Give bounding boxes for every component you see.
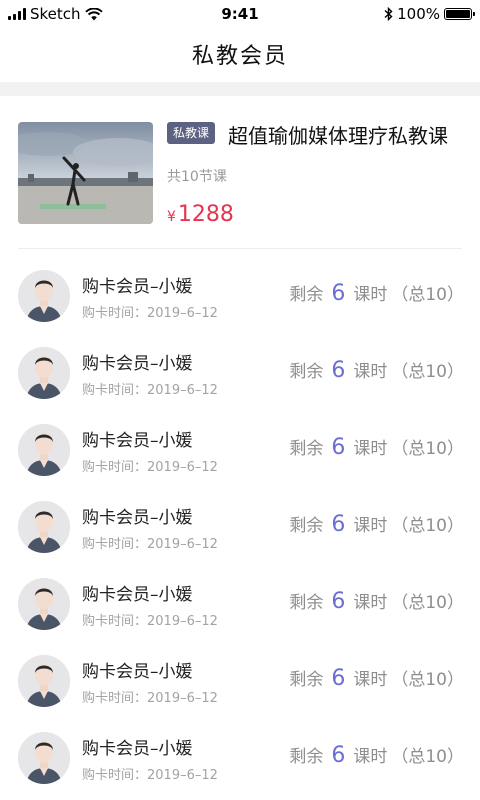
member-purchase-date: 购卡时间：2019–6–12 — [82, 383, 218, 398]
member-row[interactable]: 购卡会员–小媛 购卡时间：2019–6–12 剩余 6 课时 （总10） — [0, 335, 480, 412]
battery-icon — [444, 8, 475, 20]
course-title: 超值瑜伽媒体理疗私教课 — [228, 124, 448, 148]
remaining-unit: 课时 — [353, 747, 388, 767]
total-count: （总10） — [391, 593, 464, 613]
remaining-label: 剩余 — [289, 593, 324, 613]
member-list: 购卡会员–小媛 购卡时间：2019–6–12 剩余 6 课时 （总10） 购卡会… — [0, 258, 480, 797]
avatar — [18, 270, 70, 322]
remaining-unit: 课时 — [353, 593, 388, 613]
remaining-count: 6 — [331, 435, 346, 460]
remaining-unit: 课时 — [353, 362, 388, 382]
member-purchase-date: 购卡时间：2019–6–12 — [82, 614, 218, 629]
member-purchase-date: 购卡时间：2019–6–12 — [82, 537, 218, 552]
avatar — [18, 347, 70, 399]
member-row[interactable]: 购卡会员–小媛 购卡时间：2019–6–12 剩余 6 课时 （总10） — [0, 258, 480, 335]
member-row[interactable]: 购卡会员–小媛 购卡时间：2019–6–12 剩余 6 课时 （总10） — [0, 720, 480, 797]
total-count: （总10） — [391, 362, 464, 382]
remaining-unit: 课时 — [353, 439, 388, 459]
remaining-unit: 课时 — [353, 285, 388, 305]
currency-symbol: ¥ — [167, 209, 176, 225]
remaining-count: 6 — [331, 358, 346, 383]
remaining-label: 剩余 — [289, 516, 324, 536]
remaining-count: 6 — [331, 281, 346, 306]
member-name: 购卡会员–小媛 — [82, 585, 193, 605]
member-remaining: 剩余 6 课时 （总10） — [289, 357, 464, 383]
member-row[interactable]: 购卡会员–小媛 购卡时间：2019–6–12 剩余 6 课时 （总10） — [0, 566, 480, 643]
member-name: 购卡会员–小媛 — [82, 662, 193, 682]
section-divider — [0, 82, 480, 96]
total-count: （总10） — [391, 439, 464, 459]
member-name: 购卡会员–小媛 — [82, 354, 193, 374]
course-thumbnail — [18, 122, 153, 224]
member-remaining: 剩余 6 课时 （总10） — [289, 588, 464, 614]
member-purchase-date: 购卡时间：2019–6–12 — [82, 768, 218, 783]
total-count: （总10） — [391, 670, 464, 690]
member-remaining: 剩余 6 课时 （总10） — [289, 280, 464, 306]
page-title: 私教会员 — [191, 44, 288, 69]
member-purchase-date: 购卡时间：2019–6–12 — [82, 691, 218, 706]
battery-percent: 100% — [397, 5, 440, 23]
course-price: ¥1288 — [167, 202, 234, 227]
avatar — [18, 424, 70, 476]
remaining-unit: 课时 — [353, 516, 388, 536]
member-remaining: 剩余 6 课时 （总10） — [289, 511, 464, 537]
remaining-label: 剩余 — [289, 747, 324, 767]
member-name: 购卡会员–小媛 — [82, 431, 193, 451]
member-name: 购卡会员–小媛 — [82, 739, 193, 759]
total-count: （总10） — [391, 516, 464, 536]
remaining-label: 剩余 — [289, 285, 324, 305]
status-right: 100% — [384, 5, 475, 23]
member-row[interactable]: 购卡会员–小媛 购卡时间：2019–6–12 剩余 6 课时 （总10） — [0, 412, 480, 489]
total-count: （总10） — [391, 285, 464, 305]
member-name: 购卡会员–小媛 — [82, 508, 193, 528]
remaining-unit: 课时 — [353, 670, 388, 690]
price-value: 1288 — [177, 202, 234, 227]
avatar — [18, 655, 70, 707]
avatar — [18, 578, 70, 630]
avatar — [18, 501, 70, 553]
course-card[interactable]: 私教课 超值瑜伽媒体理疗私教课 共10节课 ¥1288 — [18, 120, 462, 227]
total-count: （总10） — [391, 747, 464, 767]
member-purchase-date: 购卡时间：2019–6–12 — [82, 460, 218, 475]
bluetooth-icon — [384, 7, 393, 21]
member-remaining: 剩余 6 课时 （总10） — [289, 742, 464, 768]
member-purchase-date: 购卡时间：2019–6–12 — [82, 306, 218, 321]
remaining-label: 剩余 — [289, 362, 324, 382]
avatar — [18, 732, 70, 784]
remaining-count: 6 — [331, 512, 346, 537]
remaining-count: 6 — [331, 666, 346, 691]
course-tag: 私教课 — [167, 122, 216, 144]
remaining-count: 6 — [331, 589, 346, 614]
member-remaining: 剩余 6 课时 （总10） — [289, 434, 464, 460]
member-name: 购卡会员–小媛 — [82, 277, 193, 297]
remaining-label: 剩余 — [289, 670, 324, 690]
remaining-count: 6 — [331, 743, 346, 768]
member-remaining: 剩余 6 课时 （总10） — [289, 665, 464, 691]
member-row[interactable]: 购卡会员–小媛 购卡时间：2019–6–12 剩余 6 课时 （总10） — [0, 643, 480, 720]
course-lesson-count: 共10节课 — [167, 169, 227, 185]
course-separator — [18, 248, 462, 249]
remaining-label: 剩余 — [289, 439, 324, 459]
status-bar: Sketch 9:41 100% — [0, 0, 480, 30]
member-row[interactable]: 购卡会员–小媛 购卡时间：2019–6–12 剩余 6 课时 （总10） — [0, 489, 480, 566]
